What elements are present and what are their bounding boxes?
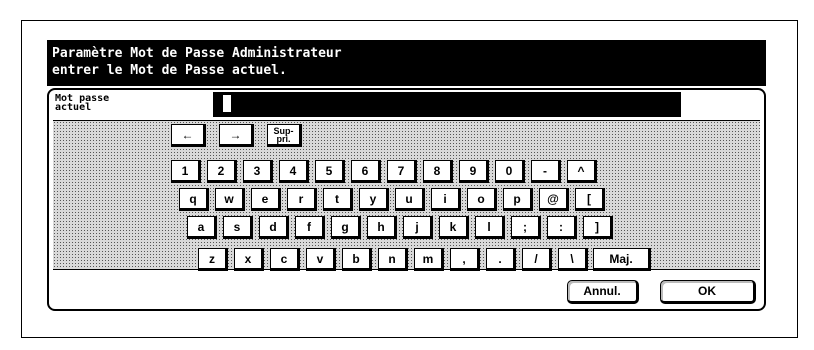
key-2-12[interactable]: [: [575, 188, 605, 211]
dialog-instruction: entrer le Mot de Passe actuel.: [52, 63, 287, 78]
key-1-11[interactable]: -: [531, 160, 561, 183]
key-4-11[interactable]: \: [558, 248, 588, 271]
key-1-5[interactable]: 5: [315, 160, 345, 183]
key-2-10[interactable]: p: [503, 188, 533, 211]
key-3-5[interactable]: g: [331, 216, 361, 239]
text-cursor: [223, 95, 231, 112]
delete-key-label-2: pri.: [276, 133, 291, 144]
key-2-2[interactable]: w: [215, 188, 245, 211]
key-1-10[interactable]: 0: [495, 160, 525, 183]
dialog-header: Paramètre Mot de Passe Administrateur en…: [47, 40, 766, 86]
key-3-4[interactable]: f: [295, 216, 325, 239]
password-panel: Mot passe actuel ← → Sup- pri. 123456789…: [47, 88, 766, 311]
key-3-6[interactable]: h: [367, 216, 397, 239]
key-4-9[interactable]: .: [486, 248, 516, 271]
key-3-12[interactable]: ]: [583, 216, 613, 239]
key-3-9[interactable]: l: [475, 216, 505, 239]
key-2-8[interactable]: i: [431, 188, 461, 211]
key-4-8[interactable]: ,: [450, 248, 480, 271]
virtual-keyboard: ← → Sup- pri. 1 2 3 4 5 6 7 8 9 0- ^ q w e r t y u i o p @ [ a s…: [53, 120, 760, 271]
password-input[interactable]: [213, 92, 681, 117]
key-1-8[interactable]: 8: [423, 160, 453, 183]
key-3-3[interactable]: d: [259, 216, 289, 239]
key-4-1[interactable]: z: [198, 248, 228, 271]
key-2-4[interactable]: r: [287, 188, 317, 211]
key-2-7[interactable]: u: [395, 188, 425, 211]
key-1-9[interactable]: 9: [459, 160, 489, 183]
key-2-11[interactable]: @: [539, 188, 569, 211]
right-arrow-key[interactable]: →: [219, 124, 254, 147]
key-2-3[interactable]: e: [251, 188, 281, 211]
key-1-3[interactable]: 3: [243, 160, 273, 183]
key-1-7[interactable]: 7: [387, 160, 417, 183]
key-3-2[interactable]: s: [223, 216, 253, 239]
key-2-9[interactable]: o: [467, 188, 497, 211]
key-4-7[interactable]: m: [414, 248, 444, 271]
key-1-2[interactable]: 2: [207, 160, 237, 183]
key-3-7[interactable]: j: [403, 216, 433, 239]
cancel-button[interactable]: Annul.: [567, 280, 639, 304]
key-1-4[interactable]: 4: [279, 160, 309, 183]
password-field-label: Mot passe actuel: [55, 93, 110, 113]
key-3-8[interactable]: k: [439, 216, 469, 239]
key-4-5[interactable]: b: [342, 248, 372, 271]
key-3-11[interactable]: :: [547, 216, 577, 239]
key-3-1[interactable]: a: [187, 216, 217, 239]
delete-key[interactable]: Sup- pri.: [267, 124, 302, 147]
key-3-10[interactable]: ;: [511, 216, 541, 239]
key-2-6[interactable]: y: [359, 188, 389, 211]
key-4-10[interactable]: /: [522, 248, 552, 271]
key-4-4[interactable]: v: [306, 248, 336, 271]
dialog-title: Paramètre Mot de Passe Administrateur: [52, 46, 342, 61]
shift-key[interactable]: Maj.: [593, 248, 651, 271]
key-4-6[interactable]: n: [378, 248, 408, 271]
key-1-1[interactable]: 1: [171, 160, 201, 183]
key-4-2[interactable]: x: [234, 248, 264, 271]
key-2-1[interactable]: q: [179, 188, 209, 211]
left-arrow-key[interactable]: ←: [171, 124, 206, 147]
key-2-5[interactable]: t: [323, 188, 353, 211]
ok-button[interactable]: OK: [660, 280, 756, 304]
key-1-6[interactable]: 6: [351, 160, 381, 183]
key-1-12[interactable]: ^: [567, 160, 597, 183]
key-4-3[interactable]: c: [270, 248, 300, 271]
